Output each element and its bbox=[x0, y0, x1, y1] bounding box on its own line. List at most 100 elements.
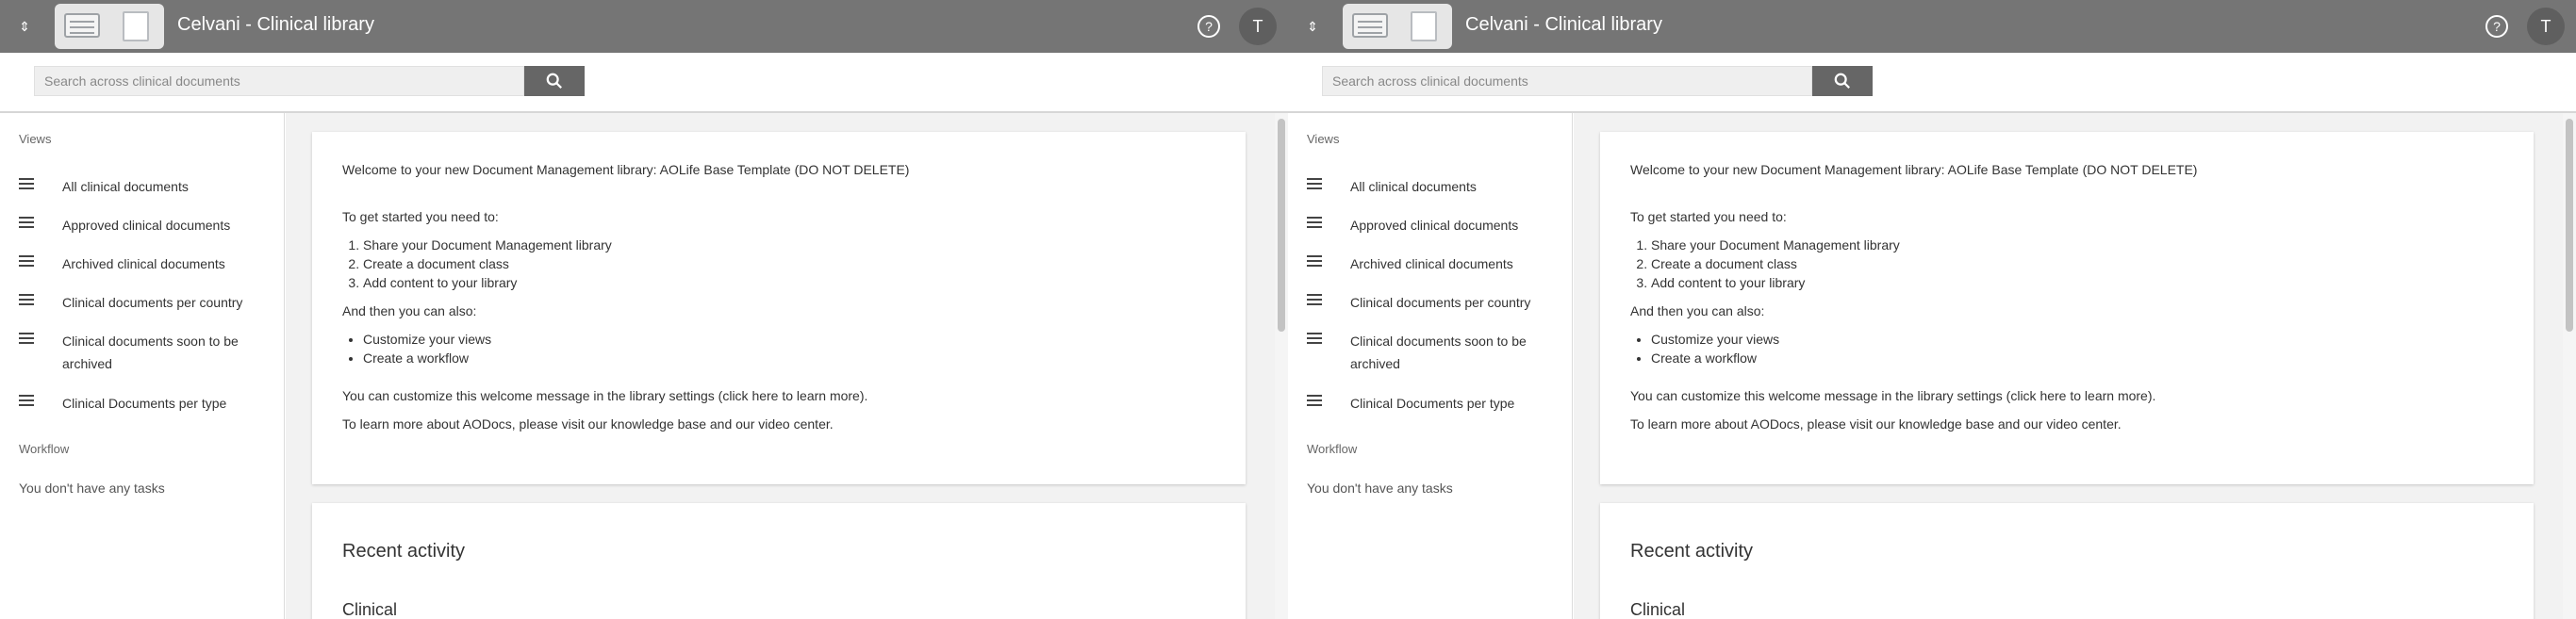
help-icon[interactable]: ? bbox=[2485, 15, 2508, 38]
search-icon bbox=[1834, 73, 1850, 89]
list-icon bbox=[19, 294, 34, 307]
no-tasks-message: You don't have any tasks bbox=[1307, 481, 1453, 496]
sidebar-item-label: Clinical documents soon to be archived bbox=[62, 334, 239, 371]
sidebar-item-label: Archived clinical documents bbox=[62, 256, 225, 271]
recent-activity-subtitle: Clinical bbox=[1630, 600, 1686, 619]
sidebar-item-label: Clinical documents soon to be archived bbox=[1350, 334, 1527, 371]
document-icon bbox=[1411, 11, 1437, 41]
sidebar-item-label: Clinical documents per country bbox=[1350, 295, 1531, 310]
get-started-text: To get started you need to: bbox=[342, 209, 499, 224]
list-item[interactable]: Share your Document Management library bbox=[363, 236, 1215, 254]
scrollbar-thumb[interactable] bbox=[1278, 119, 1285, 332]
sidebar-item-label: Clinical Documents per type bbox=[1350, 396, 1515, 411]
sidebar-item-clinical-documents-soon-archived[interactable]: Clinical documents soon to be archived bbox=[1288, 330, 1571, 375]
list-item[interactable]: Add content to your library bbox=[1651, 273, 2503, 292]
top-app-bar: ⇕ Celvani - Clinical library ? T bbox=[0, 0, 1288, 53]
workflow-section-label: Workflow bbox=[1307, 442, 1358, 456]
document-icon bbox=[123, 11, 149, 41]
list-icon bbox=[19, 333, 34, 346]
sidebar-item-approved-clinical-documents[interactable]: Approved clinical documents bbox=[0, 214, 283, 236]
extras-list: Customize your views Create a workflow bbox=[363, 330, 1215, 367]
library-logo[interactable] bbox=[1343, 4, 1452, 49]
list-item[interactable]: Add content to your library bbox=[363, 273, 1215, 292]
library-glyph-icon bbox=[64, 13, 100, 38]
list-icon bbox=[19, 255, 34, 269]
customize-text: You can customize this welcome message i… bbox=[1630, 388, 2156, 403]
library-logo[interactable] bbox=[55, 4, 164, 49]
sidebar-item-label: Approved clinical documents bbox=[1350, 218, 1519, 233]
list-item[interactable]: Create a workflow bbox=[1651, 349, 2503, 367]
search-icon bbox=[546, 73, 562, 89]
and-then-text: And then you can also: bbox=[342, 303, 477, 318]
sidebar-item-clinical-documents-per-type[interactable]: Clinical Documents per type bbox=[1288, 392, 1571, 415]
sidebar-item-archived-clinical-documents[interactable]: Archived clinical documents bbox=[0, 252, 283, 275]
user-avatar[interactable]: T bbox=[2527, 8, 2565, 45]
library-glyph-icon bbox=[1352, 13, 1388, 38]
welcome-intro: Welcome to your new Document Management … bbox=[1630, 162, 2198, 177]
sidebar: Views All clinical documents Approved cl… bbox=[0, 113, 285, 619]
search-button[interactable] bbox=[524, 66, 585, 96]
recent-activity-title: Recent activity bbox=[1630, 541, 1754, 562]
top-app-bar: ⇕ Celvani - Clinical library ? T bbox=[1288, 0, 2576, 53]
sidebar: Views All clinical documents Approved cl… bbox=[1288, 113, 1573, 619]
app-window-left: ⇕ Celvani - Clinical library ? T Views A… bbox=[0, 0, 1288, 619]
sidebar-item-label: Clinical documents per country bbox=[62, 295, 243, 310]
search-button[interactable] bbox=[1812, 66, 1873, 96]
main-content: Welcome to your new Document Management … bbox=[1574, 113, 2576, 619]
sidebar-item-label: Approved clinical documents bbox=[62, 218, 231, 233]
sidebar-item-label: All clinical documents bbox=[62, 179, 189, 194]
main-scrollbar[interactable] bbox=[1275, 113, 1288, 619]
sidebar-item-clinical-documents-soon-archived[interactable]: Clinical documents soon to be archived bbox=[0, 330, 283, 375]
scrollbar-thumb[interactable] bbox=[2566, 119, 2573, 332]
list-icon bbox=[1307, 294, 1322, 307]
list-icon bbox=[1307, 255, 1322, 269]
and-then-text: And then you can also: bbox=[1630, 303, 1765, 318]
list-item[interactable]: Create a workflow bbox=[363, 349, 1215, 367]
list-icon bbox=[1307, 333, 1322, 346]
sidebar-item-label: Clinical Documents per type bbox=[62, 396, 227, 411]
search-input[interactable] bbox=[1322, 66, 1812, 96]
list-icon bbox=[19, 395, 34, 408]
sidebar-item-archived-clinical-documents[interactable]: Archived clinical documents bbox=[1288, 252, 1571, 275]
sidebar-item-clinical-documents-per-type[interactable]: Clinical Documents per type bbox=[0, 392, 283, 415]
get-started-text: To get started you need to: bbox=[1630, 209, 1787, 224]
main-scrollbar[interactable] bbox=[2563, 113, 2576, 619]
sidebar-item-clinical-documents-per-country[interactable]: Clinical documents per country bbox=[1288, 291, 1571, 314]
learn-more-text: To learn more about AODocs, please visit… bbox=[1630, 416, 2122, 432]
list-item[interactable]: Create a document class bbox=[1651, 254, 2503, 273]
extras-list: Customize your views Create a workflow bbox=[1651, 330, 2503, 367]
main-content: Welcome to your new Document Management … bbox=[286, 113, 1288, 619]
list-item[interactable]: Customize your views bbox=[363, 330, 1215, 349]
welcome-card: Welcome to your new Document Management … bbox=[312, 132, 1246, 484]
welcome-card: Welcome to your new Document Management … bbox=[1600, 132, 2534, 484]
list-icon bbox=[19, 178, 34, 191]
recent-activity-title: Recent activity bbox=[342, 541, 466, 562]
list-icon bbox=[1307, 178, 1322, 191]
app-window-right: ⇕ Celvani - Clinical library ? T Views A… bbox=[1288, 0, 2576, 619]
list-item[interactable]: Share your Document Management library bbox=[1651, 236, 2503, 254]
sidebar-item-all-clinical-documents[interactable]: All clinical documents bbox=[1288, 175, 1571, 198]
customize-text: You can customize this welcome message i… bbox=[342, 388, 868, 403]
workflow-section-label: Workflow bbox=[19, 442, 70, 456]
menu-toggle-icon[interactable]: ⇕ bbox=[15, 17, 34, 36]
sidebar-item-label: Archived clinical documents bbox=[1350, 256, 1513, 271]
steps-list: Share your Document Management library C… bbox=[363, 236, 1215, 292]
sidebar-item-all-clinical-documents[interactable]: All clinical documents bbox=[0, 175, 283, 198]
search-input[interactable] bbox=[34, 66, 524, 96]
sidebar-item-approved-clinical-documents[interactable]: Approved clinical documents bbox=[1288, 214, 1571, 236]
sidebar-item-label: All clinical documents bbox=[1350, 179, 1477, 194]
list-item[interactable]: Create a document class bbox=[363, 254, 1215, 273]
list-icon bbox=[19, 217, 34, 230]
menu-toggle-icon[interactable]: ⇕ bbox=[1303, 17, 1322, 36]
help-icon[interactable]: ? bbox=[1197, 15, 1220, 38]
recent-activity-subtitle: Clinical bbox=[342, 600, 398, 619]
views-section-label: Views bbox=[19, 132, 52, 146]
app-title: Celvani - Clinical library bbox=[1465, 14, 1662, 35]
list-item[interactable]: Customize your views bbox=[1651, 330, 2503, 349]
list-icon bbox=[1307, 395, 1322, 408]
user-avatar[interactable]: T bbox=[1239, 8, 1277, 45]
app-title: Celvani - Clinical library bbox=[177, 14, 374, 35]
views-section-label: Views bbox=[1307, 132, 1340, 146]
recent-activity-card: Recent activity Clinical bbox=[1600, 503, 2534, 619]
sidebar-item-clinical-documents-per-country[interactable]: Clinical documents per country bbox=[0, 291, 283, 314]
